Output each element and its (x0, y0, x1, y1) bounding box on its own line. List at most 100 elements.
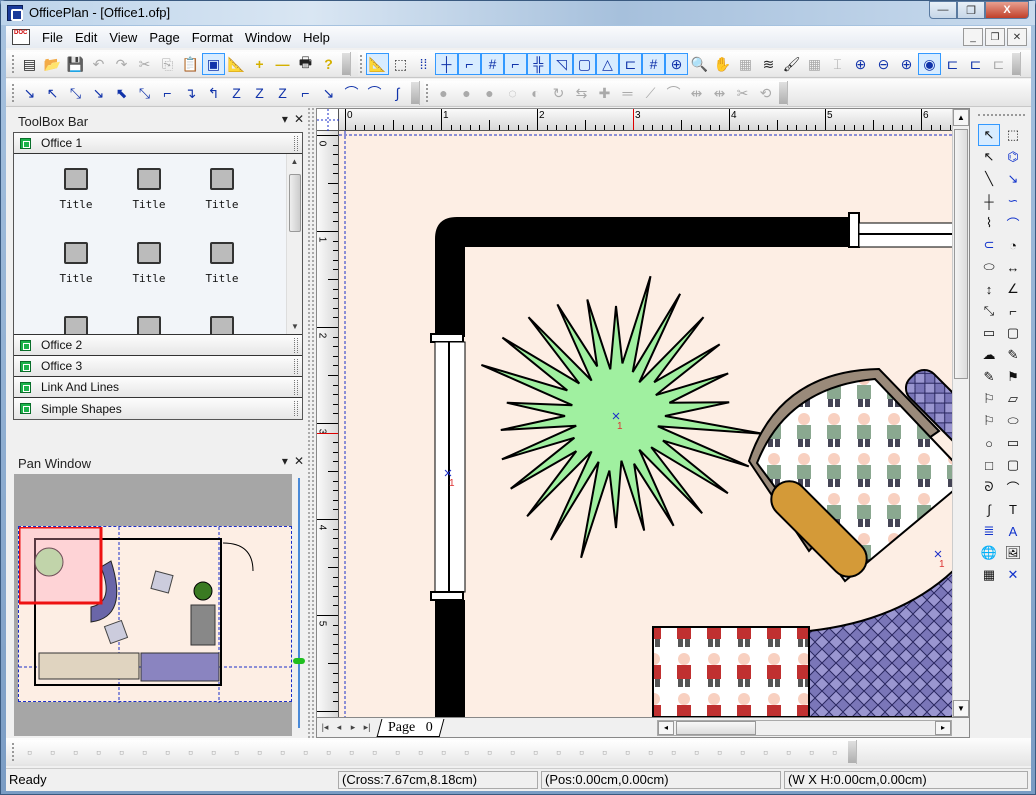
move-up-icon[interactable]: ▫ (800, 741, 823, 763)
mdi-close-button[interactable]: ✕ (1007, 28, 1027, 46)
same-width-icon[interactable]: ▫ (524, 741, 547, 763)
format-painter-icon[interactable]: 🖌 (780, 53, 803, 75)
pane-splitter[interactable] (308, 108, 314, 738)
link-ortho-start-icon[interactable]: ↰ (202, 82, 225, 104)
rich-text-icon[interactable]: ≣ (978, 520, 1000, 542)
snap-frame-icon[interactable]: # (642, 53, 665, 75)
swap-order-icon[interactable]: ▫ (731, 741, 754, 763)
link-ortho-z-arrow-icon[interactable]: Z (248, 82, 271, 104)
snap-grid-icon[interactable]: # (481, 53, 504, 75)
pan-window-icon[interactable]: ▣ (202, 53, 225, 75)
ruler-icon[interactable]: 📐 (225, 53, 248, 75)
add-point-icon[interactable]: ✚ (593, 82, 616, 104)
square-icon[interactable]: □ (978, 454, 1000, 476)
align-right-icon[interactable]: ▫ (363, 741, 386, 763)
document-vertical-scrollbar[interactable]: ▲ ▼ (952, 109, 969, 717)
document-horizontal-scrollbar[interactable]: ◂ ▸ (657, 720, 952, 736)
dimension-v-icon[interactable]: ↕ (978, 278, 1000, 300)
snap-intersect-icon[interactable]: ⊏ (619, 53, 642, 75)
layers-icon[interactable]: ≋ (757, 53, 780, 75)
link-orthogonal-icon[interactable]: ⌐ (156, 82, 179, 104)
link-double-arrow-icon[interactable]: ⤡ (133, 82, 156, 104)
freehand-icon[interactable]: ✎ (1002, 344, 1024, 366)
toolbar-grip-icon[interactable] (411, 82, 419, 104)
grip-icon[interactable] (978, 114, 1025, 122)
table-icon[interactable]: ▦ (803, 53, 826, 75)
unlock-icon[interactable]: ▫ (271, 741, 294, 763)
plant-spiky[interactable] (480, 275, 764, 559)
reverse-icon[interactable]: ⇆ (570, 82, 593, 104)
scroll-up-icon[interactable]: ▲ (287, 154, 302, 170)
send-back-icon[interactable]: ▫ (616, 741, 639, 763)
slider-thumb[interactable] (293, 658, 305, 664)
toolbox-item[interactable]: Title (119, 242, 179, 302)
zoom-width-icon[interactable]: ⊏ (941, 53, 964, 75)
mdi-minimize-button[interactable]: _ (963, 28, 983, 46)
link-arrow-both-icon[interactable]: ⤡ (64, 82, 87, 104)
scroll-thumb[interactable] (676, 721, 756, 735)
toolbar-grip-icon[interactable] (779, 82, 787, 104)
center-vertical-icon[interactable]: ▫ (455, 741, 478, 763)
picture-icon[interactable]: 🖼 (1002, 542, 1024, 564)
center-horizontal-icon[interactable]: ▫ (432, 741, 455, 763)
chair-patterned[interactable] (652, 626, 810, 717)
toolbar-grip-icon[interactable] (342, 53, 350, 75)
callout-line-icon[interactable]: ⌐ (1002, 300, 1024, 322)
union-icon[interactable]: ● (432, 82, 455, 104)
add-point-pointer-icon[interactable]: ↖ (978, 146, 1000, 168)
front-layer-icon[interactable]: ▫ (685, 741, 708, 763)
link-arc-icon[interactable]: ⌒ (363, 82, 386, 104)
rounded-ellipse-icon[interactable]: ⬭ (1002, 410, 1024, 432)
arc-icon[interactable]: ⌒ (1002, 212, 1024, 234)
bezier-icon[interactable]: ⌒ (1002, 476, 1024, 498)
toolbox-item[interactable] (46, 316, 106, 334)
dimension-diagonal-icon[interactable]: ⤡ (978, 300, 1000, 322)
align-center-h-icon[interactable]: ▫ (386, 741, 409, 763)
callout-round-icon[interactable]: ▢ (1002, 322, 1024, 344)
zoom-out-minus-icon[interactable]: — (271, 53, 294, 75)
select-icon[interactable]: ⬚ (389, 53, 412, 75)
mdi-restore-button[interactable]: ❐ (985, 28, 1005, 46)
flip-vertical-icon[interactable]: ▫ (133, 741, 156, 763)
angle-dimension-icon[interactable]: ∠ (1002, 278, 1024, 300)
zoom-page-icon[interactable]: ⊏ (964, 53, 987, 75)
undo-icon[interactable]: ↶ (87, 53, 110, 75)
open-arc-icon[interactable]: ⊂ (978, 234, 1000, 256)
help-icon[interactable]: ? (317, 53, 340, 75)
intersect-icon[interactable]: ◌ (501, 82, 524, 104)
table-grid-icon[interactable]: ▦ (978, 564, 1000, 586)
move-right-icon[interactable]: ▫ (777, 741, 800, 763)
flip-horizontal-icon[interactable]: ▫ (110, 741, 133, 763)
link-arrow-start-icon[interactable]: ↖ (41, 82, 64, 104)
curve-line-icon[interactable]: ∽ (1002, 190, 1024, 212)
toolbox-item[interactable] (192, 316, 252, 334)
line-icon[interactable]: ╲ (978, 168, 1000, 190)
first-page-icon[interactable]: |◂ (319, 722, 331, 733)
open-folder-icon[interactable]: 📂 (41, 53, 64, 75)
pan-canvas[interactable] (14, 474, 293, 736)
squiggle-icon[interactable]: ∫ (978, 498, 1000, 520)
break-icon[interactable]: ✂ (731, 82, 754, 104)
split-icon[interactable]: ⇹ (685, 82, 708, 104)
panel-menu-icon[interactable]: ▾ (282, 112, 288, 126)
zoom-in-plus-icon[interactable]: + (248, 53, 271, 75)
pointer-icon[interactable]: ↖ (978, 124, 1000, 146)
rounded-rect-icon[interactable]: ▢ (1002, 454, 1024, 476)
arrow-line-icon[interactable]: ↘ (1002, 168, 1024, 190)
snap-center-icon[interactable]: ╬ (527, 53, 550, 75)
redo-icon[interactable]: ↷ (110, 53, 133, 75)
cloud-callout-icon[interactable]: ☁ (978, 344, 1000, 366)
snap-rect-icon[interactable]: ▢ (573, 53, 596, 75)
maximize-button[interactable]: ❐ (957, 1, 985, 19)
rotate-free-icon[interactable]: ▫ (18, 741, 41, 763)
link-plain-icon[interactable]: ↘ (87, 82, 110, 104)
toolbox-item[interactable] (119, 316, 179, 334)
prev-page-icon[interactable]: ◂ (333, 722, 345, 733)
dimension-h-icon[interactable]: ↔ (1002, 256, 1024, 278)
back-layer-icon[interactable]: ▫ (708, 741, 731, 763)
ellipse-icon[interactable]: ⬭ (978, 256, 1000, 278)
category-office-1[interactable]: Office 1 (14, 133, 302, 154)
drawing-canvas[interactable]: 1 1 1 (339, 131, 953, 717)
space-vertical-icon[interactable]: ▫ (501, 741, 524, 763)
link-ortho-arrow-icon[interactable]: ↴ (179, 82, 202, 104)
